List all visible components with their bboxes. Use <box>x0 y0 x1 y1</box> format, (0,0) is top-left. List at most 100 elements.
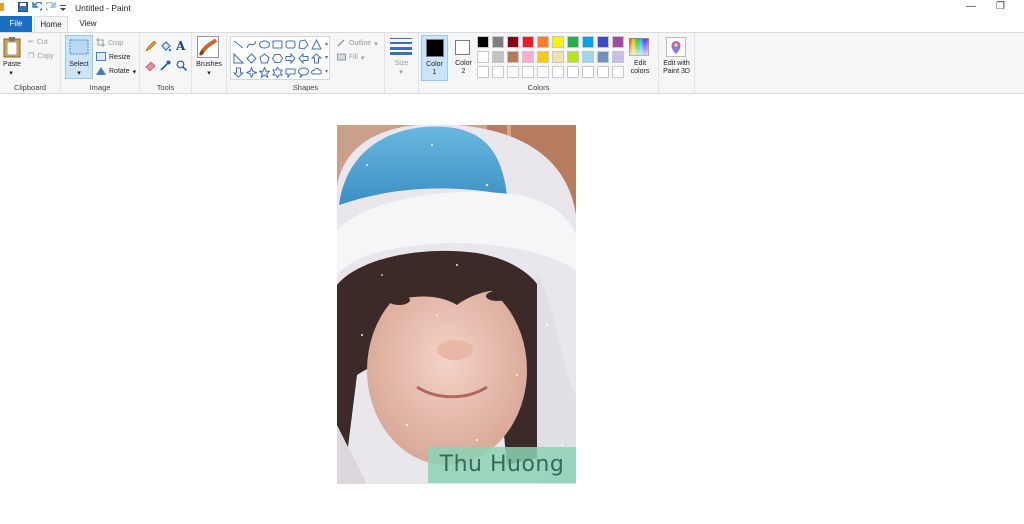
palette-swatch[interactable] <box>477 51 489 63</box>
text-tool-icon[interactable]: A <box>176 39 185 53</box>
custom-color-slot[interactable] <box>492 66 504 78</box>
custom-color-slot[interactable] <box>612 66 624 78</box>
redo-icon[interactable] <box>44 1 56 12</box>
color-2-swatch <box>455 40 470 55</box>
up-arrow-shape-icon[interactable] <box>310 53 323 64</box>
hexagon-shape-icon[interactable] <box>271 53 284 64</box>
palette-swatch[interactable] <box>537 51 549 63</box>
clipboard-group: Paste ▾ ✂ Cut ❐ Copy Clipboard <box>0 33 61 94</box>
custom-color-slot[interactable] <box>507 66 519 78</box>
edit-with-paint-3d-button[interactable]: Edit with Paint 3D <box>659 35 694 81</box>
oval-shape-icon[interactable] <box>259 39 270 50</box>
palette-swatch[interactable] <box>507 36 519 48</box>
color-2-button[interactable]: Color 2 <box>450 35 477 81</box>
paste-dropdown-arrow[interactable]: ▾ <box>8 69 14 77</box>
size-button[interactable]: Size ▾ <box>385 33 418 83</box>
shapes-scroll-arrows[interactable]: ▴ ▾ ▾ <box>325 37 331 79</box>
palette-swatch[interactable] <box>582 51 594 63</box>
cloud-callout-shape-icon[interactable] <box>311 67 322 78</box>
palette-swatch[interactable] <box>507 51 519 63</box>
palette-swatch[interactable] <box>552 51 564 63</box>
palette-swatch[interactable] <box>492 51 504 63</box>
portrait-image <box>337 125 576 484</box>
rounded-callout-shape-icon[interactable] <box>285 67 296 79</box>
rotate-dropdown-arrow: ▾ <box>132 68 137 76</box>
palette-swatch[interactable] <box>597 51 609 63</box>
quick-access-toolbar <box>0 1 66 12</box>
left-arrow-shape-icon[interactable] <box>298 52 309 65</box>
brushes-dropdown-arrow: ▾ <box>207 70 211 77</box>
image-group-label: Image <box>89 83 111 92</box>
rotate-button[interactable]: Rotate ▾ <box>96 66 136 77</box>
pencil-icon[interactable] <box>145 40 157 54</box>
pentagon-shape-icon[interactable] <box>259 53 270 64</box>
polygon-shape-icon[interactable] <box>298 39 309 50</box>
rectangle-shape-icon[interactable] <box>272 39 283 50</box>
color-1-label: Color <box>426 61 443 68</box>
fill-bucket-icon[interactable] <box>160 41 172 54</box>
palette-swatch[interactable] <box>477 36 489 48</box>
six-point-star-shape-icon[interactable] <box>272 66 283 79</box>
tab-home[interactable]: Home <box>34 16 68 32</box>
magnifier-icon[interactable] <box>176 60 188 73</box>
tab-view[interactable]: View <box>72 16 104 32</box>
restore-button[interactable]: ❐ <box>996 1 1005 12</box>
save-icon[interactable] <box>18 2 28 12</box>
colors-group-label: Colors <box>527 83 550 92</box>
palette-swatch[interactable] <box>597 36 609 48</box>
brushes-button[interactable]: Brushes ▾ <box>192 33 226 83</box>
triangle-shape-icon[interactable] <box>311 38 322 50</box>
cut-button[interactable]: ✂ Cut <box>28 38 48 47</box>
custom-color-slot[interactable] <box>597 66 609 78</box>
four-point-star-shape-icon[interactable] <box>244 65 259 80</box>
paste-icon[interactable] <box>3 36 21 60</box>
fill-button[interactable]: Fill ▾ <box>337 52 364 63</box>
palette-swatch[interactable] <box>522 51 534 63</box>
copy-button[interactable]: ❐ Copy <box>28 52 54 61</box>
custom-color-slot[interactable] <box>552 66 564 78</box>
color-picker-icon[interactable] <box>160 60 171 73</box>
custom-color-slot[interactable] <box>522 66 534 78</box>
palette-swatch[interactable] <box>612 36 624 48</box>
customize-qat-icon[interactable] <box>60 2 66 12</box>
edit-colors-button[interactable]: Edit colors <box>625 35 655 81</box>
diamond-shape-icon[interactable] <box>246 53 257 64</box>
custom-color-slot[interactable] <box>567 66 579 78</box>
select-button[interactable]: Select ▾ <box>65 35 93 79</box>
palette-swatch[interactable] <box>552 36 564 48</box>
curve-shape-icon[interactable] <box>246 39 257 50</box>
select-dropdown-arrow[interactable]: ▾ <box>76 69 82 77</box>
line-shape-icon[interactable] <box>233 39 244 50</box>
shapes-group: ▴ ▾ ▾ Outline ▾ Fill ▾ Shapes <box>227 33 385 94</box>
size-group: Size ▾ <box>385 33 419 94</box>
palette-swatch[interactable] <box>522 36 534 48</box>
tab-file[interactable]: File <box>0 16 32 32</box>
oval-callout-shape-icon[interactable] <box>298 67 309 80</box>
palette-swatch[interactable] <box>567 36 579 48</box>
resize-button[interactable]: Resize <box>96 52 130 63</box>
color-1-button[interactable]: Color 1 <box>421 35 448 81</box>
minimize-button[interactable]: — <box>966 1 976 12</box>
outline-icon <box>337 38 346 49</box>
down-arrow-shape-icon[interactable] <box>232 67 245 78</box>
rounded-rectangle-shape-icon[interactable] <box>285 39 296 50</box>
five-point-star-shape-icon[interactable] <box>258 66 271 79</box>
copy-icon: ❐ <box>28 53 35 60</box>
drawing-canvas[interactable] <box>337 125 576 484</box>
palette-swatch[interactable] <box>612 51 624 63</box>
eraser-icon[interactable] <box>145 60 156 73</box>
palette-swatch[interactable] <box>582 36 594 48</box>
right-arrow-shape-icon[interactable] <box>285 52 296 65</box>
outline-button[interactable]: Outline ▾ <box>337 38 378 49</box>
custom-color-slot[interactable] <box>582 66 594 78</box>
paste-button[interactable]: Paste <box>0 61 24 68</box>
crop-button[interactable]: Crop <box>96 38 123 49</box>
crop-icon <box>96 38 105 49</box>
palette-swatch[interactable] <box>567 51 579 63</box>
custom-color-slot[interactable] <box>537 66 549 78</box>
palette-swatch[interactable] <box>492 36 504 48</box>
right-triangle-shape-icon[interactable] <box>233 52 245 64</box>
palette-swatch[interactable] <box>537 36 549 48</box>
custom-color-slot[interactable] <box>477 66 489 78</box>
undo-icon[interactable] <box>32 1 44 12</box>
